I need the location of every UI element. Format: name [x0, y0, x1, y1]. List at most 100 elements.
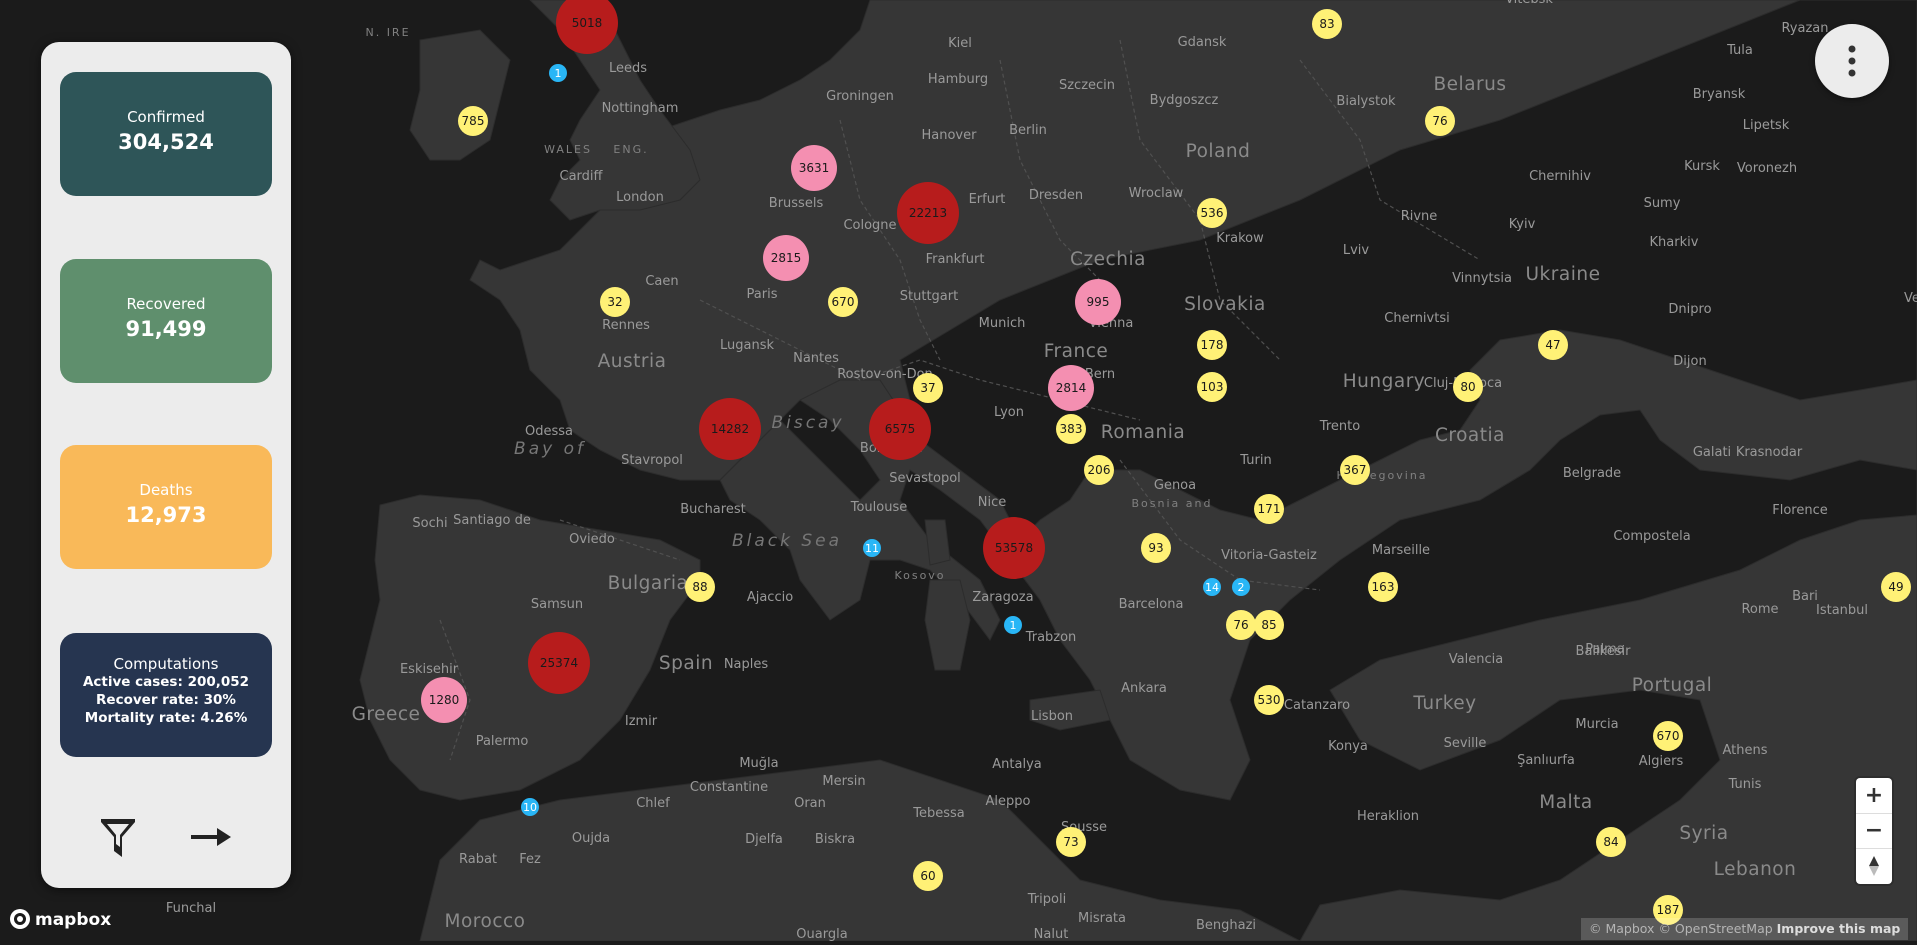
place-label: Krakow — [1216, 231, 1264, 246]
place-label: Toulouse — [850, 500, 908, 515]
cluster-count: 25374 — [540, 656, 578, 670]
cluster-marker[interactable]: 84 — [1596, 827, 1626, 857]
deaths-card[interactable]: Deaths 12,973 — [60, 445, 272, 569]
cluster-marker[interactable]: 2814 — [1048, 365, 1094, 411]
cluster-marker[interactable]: 53578 — [983, 517, 1045, 579]
place-label: Chlef — [636, 796, 670, 811]
cluster-marker[interactable]: 536 — [1197, 198, 1227, 228]
cluster-marker[interactable]: 1 — [1004, 616, 1022, 634]
place-label: Turkey — [1412, 693, 1476, 714]
place-label: Konya — [1328, 739, 1368, 754]
cluster-count: 367 — [1344, 463, 1367, 477]
cluster-marker[interactable]: 163 — [1368, 572, 1398, 602]
cluster-marker[interactable]: 85 — [1254, 610, 1284, 640]
cluster-marker[interactable]: 3631 — [791, 145, 837, 191]
cluster-marker[interactable]: 14282 — [699, 398, 761, 460]
cluster-count: 536 — [1201, 206, 1224, 220]
cluster-marker[interactable]: 11 — [863, 539, 881, 557]
place-label: Stavropol — [621, 453, 683, 468]
mortality-rate-text: Mortality rate: 4.26% — [84, 710, 248, 726]
cluster-marker[interactable]: 785 — [458, 106, 488, 136]
cluster-marker[interactable]: 10 — [521, 798, 539, 816]
cluster-marker[interactable]: 670 — [1653, 721, 1683, 751]
cluster-count: 178 — [1201, 338, 1224, 352]
arrow-right-icon[interactable] — [191, 822, 231, 852]
cluster-count: 2815 — [771, 251, 802, 265]
land-corsica — [924, 519, 951, 566]
cluster-marker[interactable]: 383 — [1056, 414, 1086, 444]
cluster-marker[interactable]: 47 — [1538, 330, 1568, 360]
place-label: Rennes — [602, 318, 650, 333]
compass-button[interactable] — [1856, 848, 1892, 883]
place-label: Kharkiv — [1650, 235, 1699, 250]
cluster-marker[interactable]: 49 — [1881, 572, 1911, 602]
place-label: N. IRE — [365, 26, 410, 39]
confirmed-card[interactable]: Confirmed 304,524 — [60, 72, 272, 196]
place-label: Cardiff — [560, 169, 604, 184]
cluster-marker[interactable]: 178 — [1197, 330, 1227, 360]
place-label: ENG. — [613, 143, 648, 156]
cluster-marker[interactable]: 76 — [1226, 610, 1256, 640]
place-label: Constantine — [690, 780, 768, 795]
place-label: Hungary — [1343, 371, 1426, 392]
zoom-out-button[interactable]: − — [1856, 813, 1892, 849]
cluster-marker[interactable]: 367 — [1340, 455, 1370, 485]
place-label: Odessa — [525, 424, 573, 439]
place-label: Kursk — [1684, 159, 1720, 174]
cluster-count: 785 — [462, 114, 485, 128]
cluster-marker[interactable]: 1280 — [421, 677, 467, 723]
mapbox-logo[interactable]: mapbox — [8, 906, 118, 932]
place-label: Chernihiv — [1529, 169, 1591, 184]
place-label: Bay of — [514, 439, 586, 459]
cluster-count: 11 — [865, 542, 879, 555]
cluster-marker[interactable]: 171 — [1254, 494, 1284, 524]
cluster-count: 103 — [1201, 380, 1224, 394]
improve-map-link[interactable]: Improve this map — [1777, 921, 1901, 936]
cluster-marker[interactable]: 2815 — [763, 235, 809, 281]
recovered-card[interactable]: Recovered 91,499 — [60, 259, 272, 383]
computations-card[interactable]: Computations Active cases: 200,052 Recov… — [60, 633, 272, 757]
funnel-icon[interactable] — [100, 817, 136, 859]
place-label: Zaragoza — [972, 590, 1033, 605]
cluster-count: 85 — [1261, 618, 1276, 632]
place-label: Vitebsk — [1505, 0, 1553, 7]
cluster-count: 2 — [1238, 581, 1245, 594]
cluster-marker[interactable]: 530 — [1254, 685, 1284, 715]
place-label: Cologne — [843, 218, 896, 233]
cluster-marker[interactable]: 37 — [913, 373, 943, 403]
cluster-marker[interactable]: 76 — [1425, 106, 1455, 136]
cluster-marker[interactable]: 2 — [1232, 578, 1250, 596]
place-label: Barcelona — [1119, 597, 1184, 612]
cluster-marker[interactable]: 670 — [828, 287, 858, 317]
place-label: Ve — [1904, 291, 1917, 306]
cluster-marker[interactable]: 22213 — [897, 182, 959, 244]
cluster-marker[interactable]: 1 — [549, 64, 567, 82]
cluster-marker[interactable]: 93 — [1141, 533, 1171, 563]
place-label: Nottingham — [602, 101, 679, 116]
place-label: Izmir — [625, 714, 658, 729]
attribution-osm[interactable]: © OpenStreetMap — [1658, 921, 1772, 936]
cluster-marker[interactable]: 73 — [1056, 827, 1086, 857]
place-label: Austria — [598, 351, 667, 372]
cluster-marker[interactable]: 6575 — [869, 398, 931, 460]
cluster-marker[interactable]: 88 — [685, 572, 715, 602]
cluster-marker[interactable]: 25374 — [528, 632, 590, 694]
cluster-marker[interactable]: 103 — [1197, 372, 1227, 402]
place-label: Florence — [1772, 503, 1828, 518]
zoom-in-button[interactable]: + — [1856, 778, 1892, 814]
place-label: Catanzaro — [1284, 698, 1350, 713]
cluster-marker[interactable]: 83 — [1312, 9, 1342, 39]
cluster-marker[interactable]: 995 — [1075, 279, 1121, 325]
attribution-mapbox[interactable]: © Mapbox — [1589, 921, 1654, 936]
cluster-marker[interactable]: 206 — [1084, 455, 1114, 485]
cluster-marker[interactable]: 80 — [1453, 372, 1483, 402]
cluster-marker[interactable]: 60 — [913, 861, 943, 891]
cluster-marker[interactable]: 32 — [600, 287, 630, 317]
place-label: Algiers — [1639, 754, 1684, 769]
menu-button[interactable] — [1815, 24, 1889, 98]
place-label: Ukraine — [1526, 264, 1601, 285]
cluster-marker[interactable]: 14 — [1203, 578, 1221, 596]
place-label: Sumy — [1644, 196, 1681, 211]
place-label: Oran — [794, 796, 826, 811]
place-label: Czechia — [1070, 249, 1146, 270]
